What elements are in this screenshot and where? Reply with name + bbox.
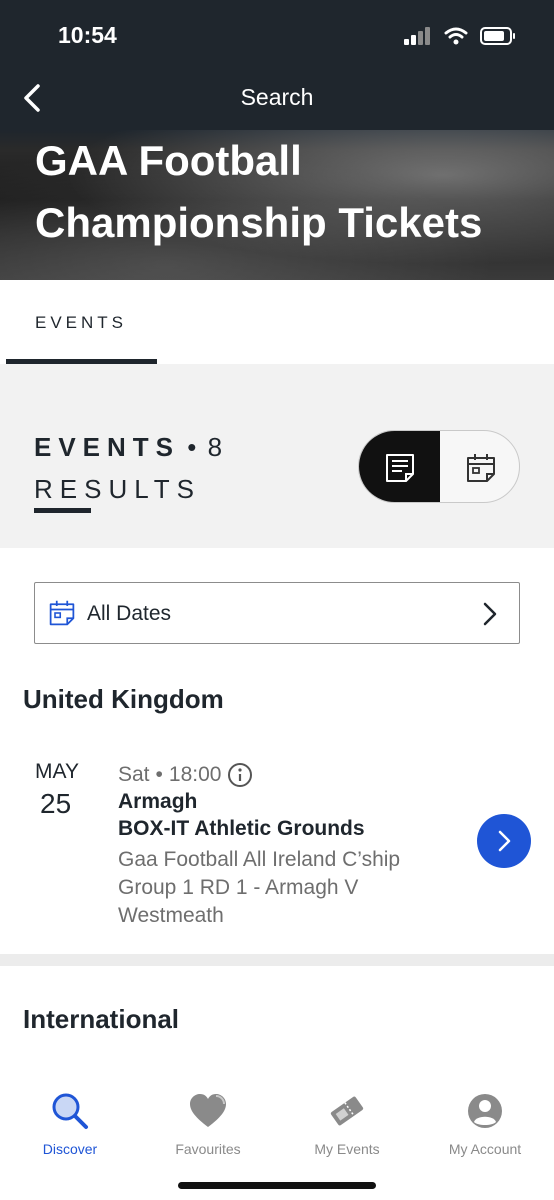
event-description: Gaa Football All Ireland C’ship Group 1 … bbox=[118, 848, 401, 927]
chevron-right-icon bbox=[483, 602, 497, 626]
nav-title: Search bbox=[240, 84, 314, 110]
page-title: GAA Football Championship Tickets bbox=[35, 137, 483, 246]
event-item[interactable]: MAY 25 Sat • 18:00 Armagh BOX-IT Athleti… bbox=[0, 756, 554, 936]
region-heading: United Kingdom bbox=[23, 684, 224, 714]
results-label: EVENTS bbox=[34, 432, 181, 462]
section-divider bbox=[0, 954, 554, 966]
wifi-icon bbox=[444, 27, 468, 45]
heart-icon bbox=[190, 1094, 226, 1127]
tab-events[interactable]: EVENTS bbox=[6, 280, 157, 364]
account-icon bbox=[468, 1094, 502, 1128]
event-venue: BOX-IT Athletic Grounds bbox=[118, 817, 365, 840]
date-filter[interactable]: All Dates bbox=[34, 582, 520, 644]
calendar-view-button[interactable] bbox=[440, 431, 519, 502]
tab-label: Discover bbox=[42, 1141, 98, 1157]
results-count: EVENTS • 8 RESULTS bbox=[34, 426, 224, 510]
event-month: MAY bbox=[35, 760, 79, 783]
chevron-right-icon bbox=[498, 830, 511, 852]
tab-bar-top: EVENTS bbox=[0, 280, 554, 364]
tab-my-events[interactable]: My Events bbox=[287, 1088, 407, 1157]
calendar-icon bbox=[466, 453, 495, 482]
tab-label: Favourites bbox=[175, 1141, 241, 1157]
event-datetime: Sat • 18:00 bbox=[118, 762, 253, 788]
list-icon bbox=[385, 453, 414, 482]
info-icon[interactable] bbox=[227, 762, 253, 788]
event-open-button[interactable] bbox=[477, 814, 531, 868]
signal-icon bbox=[404, 27, 430, 45]
search-icon bbox=[52, 1093, 88, 1129]
tab-my-account[interactable]: My Account bbox=[425, 1088, 545, 1157]
events-card: All Dates United Kingdom MAY 25 Sat • 18… bbox=[0, 548, 554, 954]
battery-icon bbox=[480, 27, 515, 45]
list-view-button[interactable] bbox=[359, 431, 440, 502]
event-bullet: • bbox=[155, 763, 163, 786]
status-icons bbox=[404, 24, 516, 48]
date-filter-label: All Dates bbox=[87, 602, 172, 625]
home-indicator bbox=[178, 1182, 376, 1189]
event-day: 25 bbox=[40, 788, 72, 819]
results-suffix: RESULTS bbox=[34, 474, 201, 504]
hero-header: 10:54 Search GAA Football Championship T… bbox=[0, 0, 554, 280]
results-bullet: • bbox=[187, 432, 208, 462]
tab-label: My Events bbox=[314, 1141, 380, 1157]
view-toggle bbox=[358, 430, 520, 503]
event-city: Armagh bbox=[118, 790, 198, 813]
region-heading: International bbox=[23, 1004, 180, 1034]
tab-discover[interactable]: Discover bbox=[10, 1088, 130, 1157]
tab-label: My Account bbox=[448, 1141, 522, 1157]
results-header: EVENTS • 8 RESULTS bbox=[0, 364, 554, 548]
event-weekday: Sat bbox=[118, 763, 150, 786]
results-underline bbox=[34, 508, 91, 513]
calendar-icon bbox=[49, 600, 75, 626]
status-time: 10:54 bbox=[58, 22, 117, 48]
tab-events-label: EVENTS bbox=[35, 313, 128, 332]
event-time: 18:00 bbox=[168, 763, 222, 786]
ticket-icon bbox=[330, 1096, 364, 1126]
results-number: 8 bbox=[207, 432, 225, 462]
tab-favourites[interactable]: Favourites bbox=[148, 1088, 268, 1157]
